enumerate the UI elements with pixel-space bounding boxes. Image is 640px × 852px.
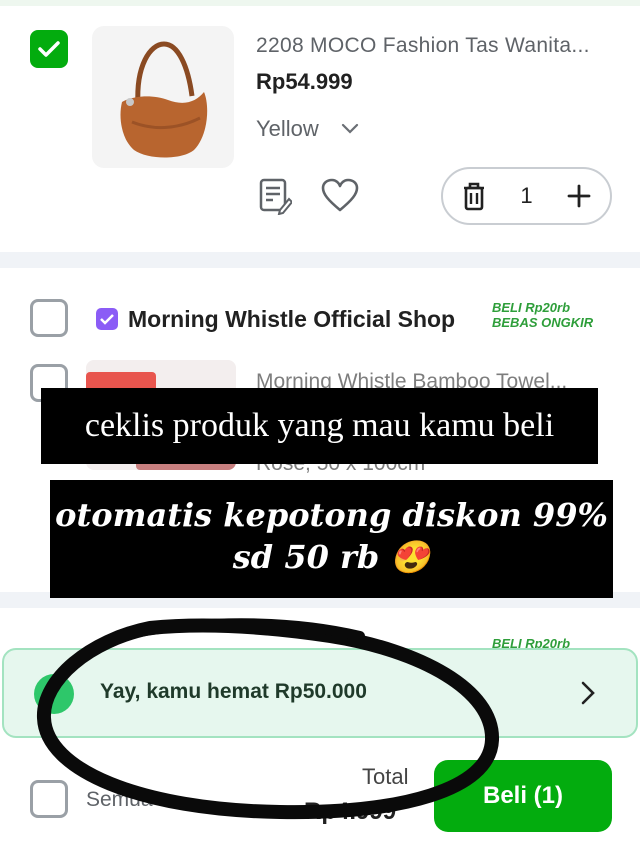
official-shop-badge-icon bbox=[96, 308, 118, 330]
variant-selector[interactable]: Yellow bbox=[256, 116, 359, 142]
top-strip bbox=[0, 0, 640, 6]
chevron-down-icon bbox=[341, 123, 358, 134]
plus-icon[interactable] bbox=[566, 183, 592, 209]
total-label: Total bbox=[362, 764, 409, 789]
caption-line-1: otomatis kepotong diskon 99% bbox=[55, 496, 608, 534]
overlay-caption: ceklis produk yang mau kamu beli bbox=[41, 388, 598, 464]
quantity-stepper[interactable]: 1 bbox=[441, 167, 612, 225]
free-shipping-badge: BELI Rp20rb BEBAS ONGKIR bbox=[492, 300, 593, 330]
overlay-caption-discount: otomatis kepotong diskon 99% sd 50 rb 😍 bbox=[50, 480, 613, 598]
savings-icon bbox=[34, 674, 74, 714]
caption-line-2: sd 50 rb 😍 bbox=[232, 538, 431, 576]
promo-line-1: BELI Rp20rb bbox=[492, 300, 571, 315]
shop-name[interactable]: Morning Whistle Official Shop bbox=[128, 306, 455, 333]
shop-checkbox[interactable] bbox=[30, 299, 68, 337]
variant-label: Yellow bbox=[256, 116, 319, 141]
section-divider bbox=[0, 252, 640, 268]
product-checkbox[interactable] bbox=[30, 30, 68, 68]
savings-text: Yay, kamu hemat Rp50.000 bbox=[100, 680, 367, 703]
handbag-image bbox=[120, 41, 208, 158]
promo-line-2: BEBAS ONGKIR bbox=[492, 315, 594, 330]
chevron-right-icon[interactable] bbox=[578, 680, 598, 706]
buy-button[interactable]: Beli (1) bbox=[434, 760, 612, 832]
quantity-value[interactable]: 1 bbox=[520, 183, 532, 209]
select-all-label[interactable]: Semua bbox=[86, 788, 153, 812]
select-all-checkbox[interactable] bbox=[30, 780, 68, 818]
product-image[interactable] bbox=[92, 26, 234, 168]
total-value: Rp4.999 bbox=[304, 798, 397, 825]
product-price: Rp54.999 bbox=[256, 69, 353, 94]
check-icon bbox=[38, 41, 60, 57]
note-icon[interactable] bbox=[258, 177, 292, 215]
wishlist-heart-icon[interactable] bbox=[320, 178, 360, 214]
product-name[interactable]: 2208 MOCO Fashion Tas Wanita... bbox=[256, 34, 616, 58]
trash-icon[interactable] bbox=[461, 181, 487, 211]
